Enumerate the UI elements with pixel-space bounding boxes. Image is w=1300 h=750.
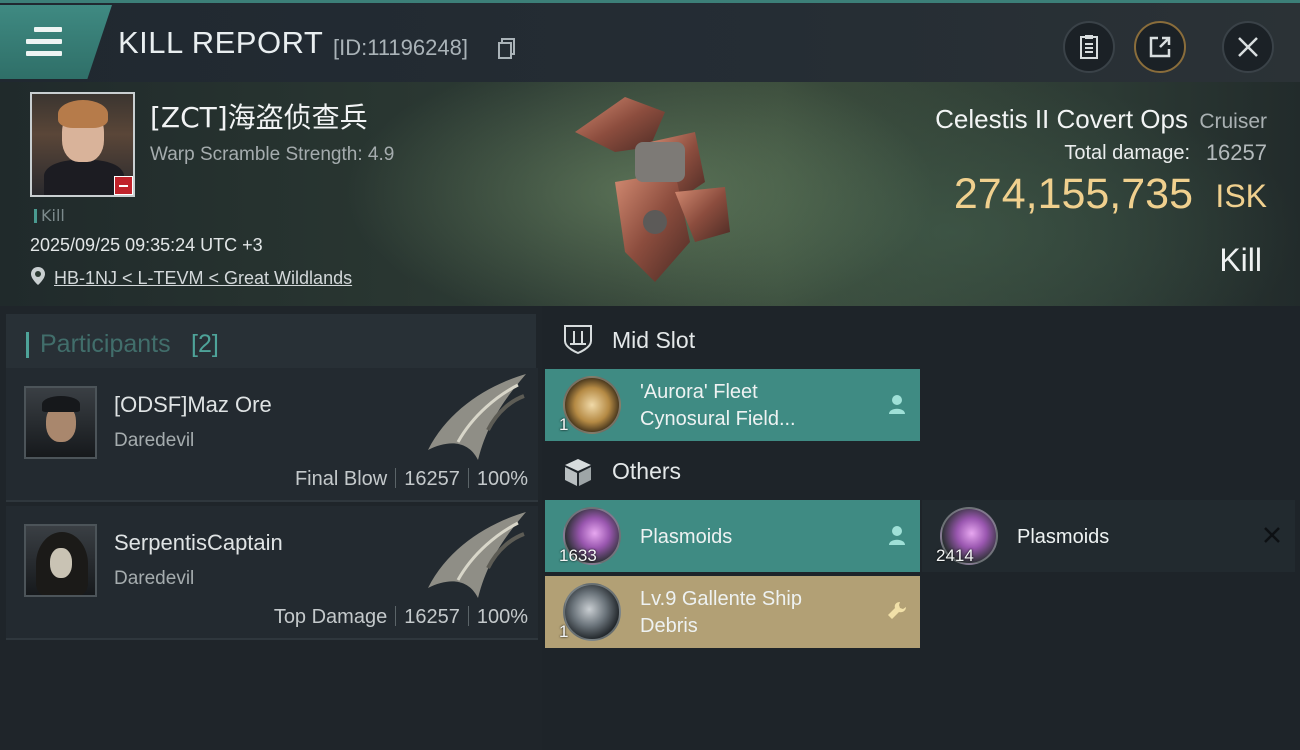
- copy-icon[interactable]: [498, 38, 516, 60]
- kill-result-label: Kill: [1219, 242, 1262, 278]
- others-title: Others: [612, 458, 682, 484]
- item-quantity: 1633: [559, 546, 597, 565]
- victim-banner: [ZCT]海盗侦查兵 Warp Scramble Strength: 4.9 K…: [0, 82, 1300, 306]
- item-name-line1: Lv.9 Gallente Ship: [640, 588, 802, 610]
- isk-value: 274,155,735: [953, 170, 1193, 218]
- close-button[interactable]: [1222, 21, 1274, 73]
- participant-stats: Final Blow 16257 100%: [295, 468, 528, 491]
- participant-row[interactable]: SerpentisCaptain Daredevil Top Damage 162…: [6, 506, 538, 640]
- participants-title: Participants: [40, 330, 171, 358]
- item-quantity: 1: [559, 622, 569, 641]
- close-icon: [1238, 37, 1258, 57]
- page-title: KILL REPORT: [118, 25, 324, 60]
- participant-damage-percent: 100%: [476, 606, 528, 628]
- daredevil-ship-icon: [428, 374, 526, 460]
- fist-icon: [563, 376, 621, 434]
- fitting-item[interactable]: 1 Lv.9 Gallente Ship Debris: [545, 576, 920, 648]
- report-id: [ID:11196248]: [333, 35, 468, 60]
- victim-ship-class: Cruiser: [1199, 110, 1267, 133]
- cube-icon: [565, 459, 591, 486]
- participant-ship: Daredevil: [114, 568, 195, 589]
- fitting-item[interactable]: 2414 Plasmoids: [922, 500, 1295, 572]
- participant-ship: Daredevil: [114, 430, 195, 451]
- participant-damage: 16257: [404, 606, 460, 628]
- hamburger-icon: [26, 27, 62, 63]
- participant-avatar[interactable]: [24, 524, 97, 597]
- dropped-person-icon: [889, 395, 905, 414]
- ship-render-image: [575, 97, 730, 282]
- clipboard-button[interactable]: [1063, 21, 1115, 73]
- title-bar: KILL REPORT [ID:11196248]: [0, 0, 1300, 82]
- mid-slot-icon: [564, 325, 592, 355]
- dropped-person-icon: [889, 526, 905, 545]
- clipboard-icon: [1080, 35, 1098, 59]
- isk-unit: ISK: [1215, 178, 1267, 214]
- total-damage-label: Total damage:: [1064, 142, 1190, 164]
- kill-tag: Kill: [34, 206, 65, 225]
- item-name: Plasmoids: [1017, 526, 1110, 548]
- participant-role: Top Damage: [273, 606, 388, 628]
- participant-damage: 16257: [404, 468, 460, 490]
- participants-panel: Participants [2] [ODSF]Maz Ore Daredevil…: [0, 306, 542, 750]
- fitting-item[interactable]: 1 'Aurora' Fleet Cynosural Field...: [545, 369, 920, 441]
- fitting-item[interactable]: 1633 Plasmoids: [545, 500, 920, 572]
- participant-row[interactable]: [ODSF]Maz Ore Daredevil Final Blow 16257 1…: [6, 368, 538, 502]
- wrench-icon: [888, 602, 906, 619]
- debris-icon: [563, 583, 621, 641]
- item-name-line2: Debris: [640, 615, 698, 637]
- victim-name[interactable]: [ZCT]海盗侦查兵: [150, 96, 368, 136]
- item-name-line2: Cynosural Field...: [640, 408, 796, 430]
- participant-stats: Top Damage 16257 100%: [274, 606, 528, 629]
- participant-name[interactable]: [ODSF]Maz Ore: [114, 392, 272, 418]
- share-button[interactable]: [1134, 21, 1186, 73]
- kill-datetime: 2025/09/25 09:35:24 UTC +3: [30, 235, 263, 255]
- participants-count: [2]: [191, 330, 219, 358]
- mid-slot-title: Mid Slot: [612, 327, 696, 353]
- location-pin-icon: [31, 267, 45, 285]
- standing-minus-icon: [114, 176, 133, 195]
- participant-role: Final Blow: [294, 468, 388, 490]
- warp-scramble-strength: Warp Scramble Strength: 4.9: [150, 144, 395, 165]
- fitting-panel: Mid Slot 1 'Aurora' Fleet Cynosural Fiel…: [542, 306, 1300, 750]
- total-damage-value: 16257: [1205, 140, 1267, 165]
- location-link[interactable]: HB-1NJ < L-TEVM < Great Wildlands: [54, 268, 352, 289]
- item-quantity: 1: [559, 415, 569, 434]
- item-name: Plasmoids: [640, 526, 733, 548]
- victim-ship-name[interactable]: Celestis II Covert Ops: [935, 104, 1188, 135]
- destroyed-x-icon: [1264, 527, 1280, 543]
- participant-avatar[interactable]: [24, 386, 97, 459]
- item-name-line1: 'Aurora' Fleet: [640, 381, 758, 403]
- participants-header: Participants [2]: [6, 314, 536, 372]
- participant-name[interactable]: SerpentisCaptain: [114, 530, 283, 556]
- menu-button[interactable]: [0, 5, 112, 79]
- participant-damage-percent: 100%: [476, 468, 528, 490]
- share-icon: [1149, 36, 1171, 58]
- daredevil-ship-icon: [428, 512, 526, 598]
- item-quantity: 2414: [936, 546, 974, 565]
